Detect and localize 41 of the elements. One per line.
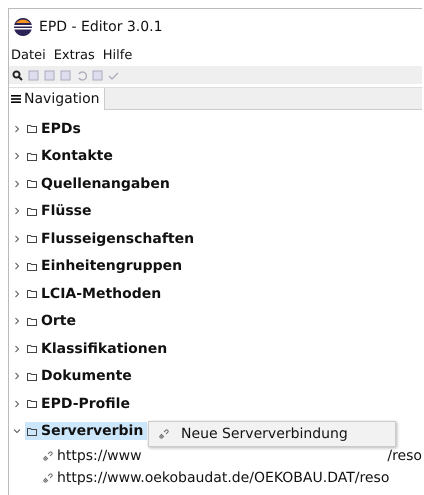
- search-icon: [12, 70, 23, 80]
- check-icon: [108, 70, 119, 80]
- tree-item[interactable]: https://www.oekobaudat.de/OEKOBAU.DAT/reso: [43, 470, 390, 486]
- window-title: EPD - Editor 3.0.1: [39, 18, 163, 34]
- tree-item[interactable]: https://www: [43, 448, 142, 464]
- menu-item[interactable]: Datei: [11, 48, 46, 62]
- tree-item[interactable]: Orte: [25, 312, 80, 330]
- tree-item[interactable]: EPDs: [25, 120, 85, 138]
- tree-item-text: /reso: [387, 448, 422, 464]
- tree-item[interactable]: LCIA-Methoden: [25, 284, 166, 303]
- tree-item[interactable]: Dokumente: [25, 367, 136, 386]
- list-icon: [11, 94, 21, 104]
- tree-item[interactable]: Serververbin: [25, 422, 148, 440]
- folder-icon: [27, 316, 37, 326]
- link-icon: [43, 473, 53, 483]
- view-tab[interactable]: Navigation: [9, 88, 105, 110]
- folder-icon: [27, 152, 37, 161]
- folder-icon: [27, 262, 37, 271]
- folder-icon: [27, 426, 37, 436]
- undo-icon: [76, 70, 87, 80]
- tree-item[interactable]: Kontakte: [25, 147, 117, 166]
- menu-item[interactable]: Extras: [54, 48, 95, 62]
- tree-item[interactable]: Klassifikationen: [25, 340, 172, 358]
- folder-icon: [27, 179, 37, 188]
- folder-icon: [27, 372, 37, 381]
- tree-item[interactable]: Einheitengruppen: [25, 257, 186, 276]
- link-icon: [43, 451, 53, 461]
- folder-icon: [27, 344, 37, 354]
- tree-item[interactable]: Flusseigenschaften: [25, 230, 198, 248]
- tree-item[interactable]: EPD-Profile: [25, 394, 134, 413]
- folder-icon: [27, 124, 37, 134]
- context-menu[interactable]: Neue Serververbindung: [148, 421, 396, 447]
- folder-icon: [27, 399, 37, 408]
- folder-icon: [27, 289, 37, 298]
- folder-icon: [27, 234, 37, 244]
- tree-item[interactable]: Quellenangaben: [25, 174, 174, 193]
- tree-item[interactable]: Flüsse: [25, 202, 96, 220]
- link-icon: [159, 429, 169, 439]
- folder-icon: [27, 206, 37, 216]
- menu-item[interactable]: Hilfe: [102, 48, 132, 62]
- app-logo-icon: [13, 16, 33, 36]
